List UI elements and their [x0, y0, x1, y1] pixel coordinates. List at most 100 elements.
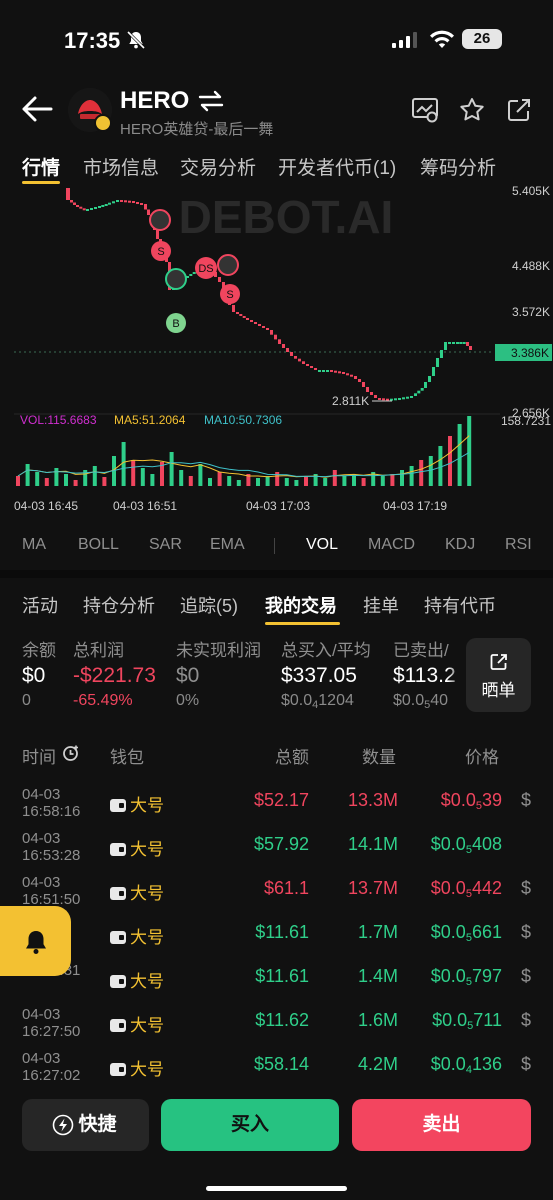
trader-avatar-marker — [217, 254, 239, 276]
row-wallet[interactable]: 大号 — [110, 879, 164, 904]
chart-watermark: DEBOT.AI — [179, 191, 394, 243]
wallet-icon — [110, 1019, 126, 1032]
volume-bar — [140, 468, 145, 486]
wallet-icon — [110, 843, 126, 856]
candle — [298, 358, 301, 362]
subtab-activity[interactable]: 活动 — [22, 592, 58, 618]
candle — [239, 314, 243, 316]
volume-bar — [448, 436, 452, 486]
price-chart[interactable]: DEBOT.AI 5.405K 4.488K 3.572K 2.656K 3.3… — [0, 186, 553, 516]
candle — [90, 208, 93, 210]
indicator-vol[interactable]: VOL — [306, 536, 338, 554]
row-wallet[interactable]: 大号 — [110, 923, 164, 948]
volume-bar — [150, 474, 155, 486]
subtab-holdings-analysis[interactable]: 持仓分析 — [83, 592, 155, 618]
subtab-orders[interactable]: 挂单 — [363, 592, 399, 618]
candle — [342, 372, 345, 374]
back-arrow-icon[interactable] — [20, 94, 54, 124]
row-more[interactable]: $ — [521, 922, 531, 943]
candle — [242, 316, 246, 318]
sell-marker-label: S — [157, 246, 164, 258]
indicator-ma[interactable]: MA — [22, 536, 46, 554]
candle — [362, 382, 365, 387]
row-wallet[interactable]: 大号 — [110, 835, 164, 860]
col-header-qty: 数量 — [362, 748, 396, 767]
subtab-underline — [265, 622, 340, 625]
candle — [76, 205, 79, 207]
status-time: 17:35 — [64, 28, 121, 53]
row-more[interactable]: $ — [521, 790, 531, 811]
row-more[interactable]: $ — [521, 966, 531, 987]
candle — [302, 361, 305, 364]
candle — [428, 376, 431, 382]
clock-refresh-icon[interactable] — [62, 744, 80, 762]
candle — [236, 312, 239, 314]
tab-trade-analysis[interactable]: 交易分析 — [180, 153, 256, 180]
subtab-tracking[interactable]: 追踪(5) — [180, 592, 238, 618]
subtab-my-trades[interactable]: 我的交易 — [265, 592, 337, 618]
row-wallet[interactable]: 大号 — [110, 967, 164, 992]
candle — [410, 396, 413, 398]
candle — [350, 374, 353, 377]
row-more[interactable]: $ — [521, 1010, 531, 1031]
row-more[interactable]: $ — [521, 1054, 531, 1075]
row-wallet[interactable]: 大号 — [110, 791, 164, 816]
monitor-chart-icon[interactable] — [411, 96, 439, 124]
candle — [402, 397, 405, 400]
volume-bar — [390, 474, 395, 486]
indicator-kdj[interactable]: KDJ — [445, 536, 475, 554]
low-price-marker: 2.811K — [332, 394, 369, 408]
time-axis-labels: 04-03 16:45 04-03 16:51 04-03 17:03 04-0… — [14, 499, 447, 513]
candle — [330, 370, 333, 372]
tab-market[interactable]: 行情 — [22, 153, 60, 180]
candle — [274, 334, 277, 340]
indicator-boll[interactable]: BOLL — [78, 536, 119, 554]
row-total: $61.1 — [263, 878, 309, 898]
ma10-label: MA10:50.7306 — [204, 413, 282, 427]
candle — [370, 392, 373, 395]
row-wallet[interactable]: 大号 — [110, 1055, 164, 1080]
indicator-ema[interactable]: EMA — [210, 536, 245, 554]
volume-bar — [467, 416, 472, 486]
wallet-icon — [110, 799, 126, 812]
indicator-sar[interactable]: SAR — [149, 536, 182, 554]
candle — [394, 398, 397, 401]
tab-dev-tokens[interactable]: 开发者代币(1) — [278, 153, 396, 180]
volume-bar — [236, 480, 241, 486]
volume-bar — [438, 446, 443, 486]
total-buy-value: $337.05 — [281, 664, 357, 687]
row-wallet[interactable]: 大号 — [110, 1011, 164, 1036]
row-price: $0.05442 — [430, 878, 502, 900]
tab-chip-analysis[interactable]: 筹码分析 — [420, 153, 496, 180]
candle — [358, 379, 361, 382]
tab-market-info[interactable]: 市场信息 — [83, 153, 159, 180]
candle — [417, 390, 421, 394]
candle — [82, 208, 86, 211]
signal-icon — [392, 32, 417, 48]
sell-button[interactable]: 卖出 — [352, 1099, 531, 1151]
indicator-rsi[interactable]: RSI — [505, 536, 532, 554]
total-profit-label: 总利润 — [73, 641, 124, 660]
swap-icon[interactable] — [198, 90, 224, 112]
candle — [452, 342, 455, 344]
share-link-icon[interactable] — [505, 96, 533, 124]
buy-button[interactable]: 买入 — [161, 1099, 339, 1151]
indicator-macd[interactable]: MACD — [368, 536, 415, 554]
candle — [398, 398, 401, 400]
row-datetime: 04-03 16:51:50 — [22, 874, 81, 908]
time-label: 04-03 16:45 — [14, 499, 78, 513]
candle — [318, 370, 321, 372]
volume-bar — [256, 478, 260, 486]
candle — [378, 398, 381, 400]
candle — [98, 206, 101, 208]
subtab-held-tokens[interactable]: 持有代币 — [424, 592, 496, 618]
balance-sub: 0 — [22, 692, 31, 709]
wallet-icon — [110, 975, 126, 988]
candle — [456, 342, 459, 344]
quick-button[interactable]: 快捷 — [22, 1099, 149, 1151]
star-icon[interactable] — [458, 96, 486, 124]
row-more[interactable]: $ — [521, 878, 531, 899]
home-indicator — [206, 1186, 347, 1191]
balance-value: $0 — [22, 664, 46, 687]
section-separator — [0, 570, 553, 578]
